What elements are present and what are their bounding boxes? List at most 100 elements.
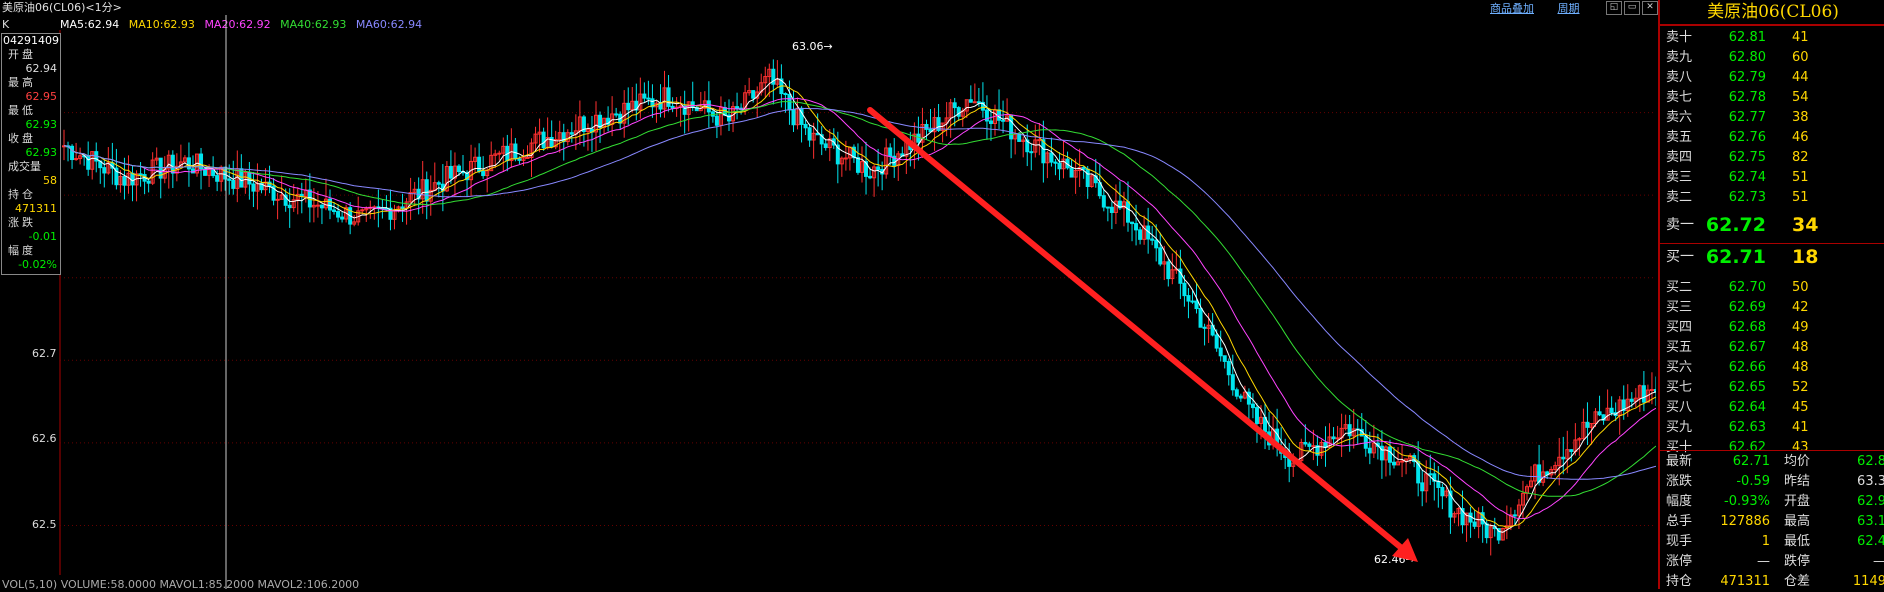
bid-row[interactable]: 买三 62.69 42 (1664, 298, 1874, 318)
candle-body (549, 136, 554, 148)
candle-body (988, 120, 993, 124)
stat-label: 持仓 (1666, 574, 1693, 589)
bid-row[interactable]: 买九 62.63 41 (1664, 418, 1874, 438)
bid-volume: 50 (1792, 280, 1809, 295)
stat-value: 1 (1761, 534, 1770, 549)
ask-volume: 54 (1792, 90, 1809, 105)
bid-row[interactable]: 买四 62.68 49 (1664, 318, 1874, 338)
candle-body (497, 152, 502, 155)
ask-price: 62.78 (1728, 90, 1766, 105)
bid-row[interactable]: 买一 62.71 18 (1664, 244, 1874, 270)
candle-body (1641, 385, 1646, 403)
ask-row[interactable]: 卖七 62.78 54 (1664, 88, 1874, 108)
candle-body (138, 173, 143, 176)
bid-level-label: 买九 (1666, 420, 1693, 435)
stat-value: 63.3 (1857, 474, 1884, 489)
ask-row[interactable]: 卖二 62.73 51 (1664, 188, 1874, 208)
candle-body (74, 158, 79, 161)
candle-body (1134, 223, 1139, 231)
candle-body (1585, 421, 1590, 428)
stat-value: 63.1 (1857, 514, 1884, 529)
kline-chart[interactable]: 63.06→62.46→ (0, 0, 1656, 589)
crosshair-info-box: 04291409 开盘 62.94 最高 62.95 最低 62.93 收盘 6… (1, 33, 61, 275)
candle-body (1105, 206, 1110, 209)
candle-body (1130, 221, 1135, 225)
ask-row[interactable]: 卖三 62.74 51 (1664, 168, 1874, 188)
candle-body (1222, 355, 1227, 362)
candle-body (714, 115, 719, 126)
candle-body (876, 166, 881, 170)
ask-volume: 34 (1792, 214, 1819, 236)
info-value-open: 62.94 (25, 62, 58, 75)
ask-price: 62.77 (1728, 110, 1766, 125)
bid-row[interactable]: 买七 62.65 52 (1664, 378, 1874, 398)
stat-row: 幅度 -0.93% 开盘 62.9 (1660, 492, 1884, 512)
bid-price: 62.71 (1705, 246, 1766, 268)
info-value-pct: -0.02% (18, 258, 57, 271)
candle-body (1037, 139, 1042, 142)
candle-body (690, 101, 695, 108)
bid-row[interactable]: 买八 62.64 45 (1664, 398, 1874, 418)
candle-body (1392, 461, 1396, 466)
info-date: 04291409 (3, 34, 59, 47)
stat-row: 总手 127886 最高 63.1 (1660, 512, 1884, 532)
info-label-close: 收盘 (8, 132, 36, 145)
candle-body (1226, 360, 1231, 376)
candle-body (1218, 347, 1223, 357)
candle-body (956, 107, 961, 117)
ask-row[interactable]: 卖六 62.77 38 (1664, 108, 1874, 128)
bid-volume: 18 (1792, 246, 1819, 268)
info-label-high: 最高 (8, 76, 36, 89)
candle-body (319, 204, 324, 209)
candle-body (1234, 389, 1239, 397)
stat-row: 持仓 471311 仓差 1149 (1660, 572, 1884, 592)
panel-title: 美原油06(CL06) (1660, 0, 1884, 26)
ask-volume: 51 (1792, 170, 1809, 185)
candle-body (1254, 407, 1259, 424)
ask-row[interactable]: 卖八 62.79 44 (1664, 68, 1874, 88)
candle-body (598, 114, 603, 128)
bid-row[interactable]: 买五 62.67 48 (1664, 338, 1874, 358)
ask-row[interactable]: 卖一 62.72 34 (1664, 212, 1874, 238)
candle-body (952, 102, 957, 109)
candle-body (1001, 119, 1006, 122)
divider (1660, 450, 1884, 451)
y-tick-62-7: 62.7 (32, 347, 57, 360)
ask-row[interactable]: 卖十 62.81 41 (1664, 28, 1874, 48)
bid-level-label: 买八 (1666, 400, 1693, 415)
info-label-pct: 幅度 (8, 244, 36, 257)
candle-body (855, 157, 860, 173)
stat-value: 1149 (1852, 574, 1884, 589)
bid-row[interactable]: 买二 62.70 50 (1664, 278, 1874, 298)
ask-row[interactable]: 卖五 62.76 46 (1664, 128, 1874, 148)
candle-body (517, 158, 522, 161)
ask-level-label: 卖三 (1666, 170, 1693, 185)
candle-body (1649, 389, 1654, 392)
candle-body (1109, 206, 1114, 213)
bid-level-label: 买五 (1666, 340, 1693, 355)
ask-row[interactable]: 卖九 62.80 60 (1664, 48, 1874, 68)
ask-row[interactable]: 卖四 62.75 82 (1664, 148, 1874, 168)
stat-label: 跌停 (1784, 554, 1811, 569)
candle-body (1166, 261, 1171, 280)
candle-body (336, 211, 341, 218)
candle-body (275, 198, 280, 201)
candle-body (1069, 167, 1074, 178)
stat-label: 最高 (1784, 514, 1811, 529)
ask-level-label: 卖六 (1666, 110, 1693, 125)
stat-label: 均价 (1784, 454, 1811, 469)
y-tick-62-5: 62.5 (32, 518, 57, 531)
candle-body (1512, 514, 1517, 517)
candle-body (1629, 398, 1634, 402)
candle-body (122, 175, 127, 186)
candle-body (1250, 403, 1255, 409)
candle-body (1029, 151, 1034, 154)
bid-row[interactable]: 买六 62.66 48 (1664, 358, 1874, 378)
stat-label: 开盘 (1784, 494, 1811, 509)
info-label-change: 涨跌 (8, 216, 36, 229)
candle-body (424, 179, 429, 202)
info-value-oi: 471311 (15, 202, 57, 215)
candle-body (1597, 411, 1602, 416)
ask-price: 62.79 (1728, 70, 1766, 85)
stat-row: 现手 1 最低 62.4 (1660, 532, 1884, 552)
